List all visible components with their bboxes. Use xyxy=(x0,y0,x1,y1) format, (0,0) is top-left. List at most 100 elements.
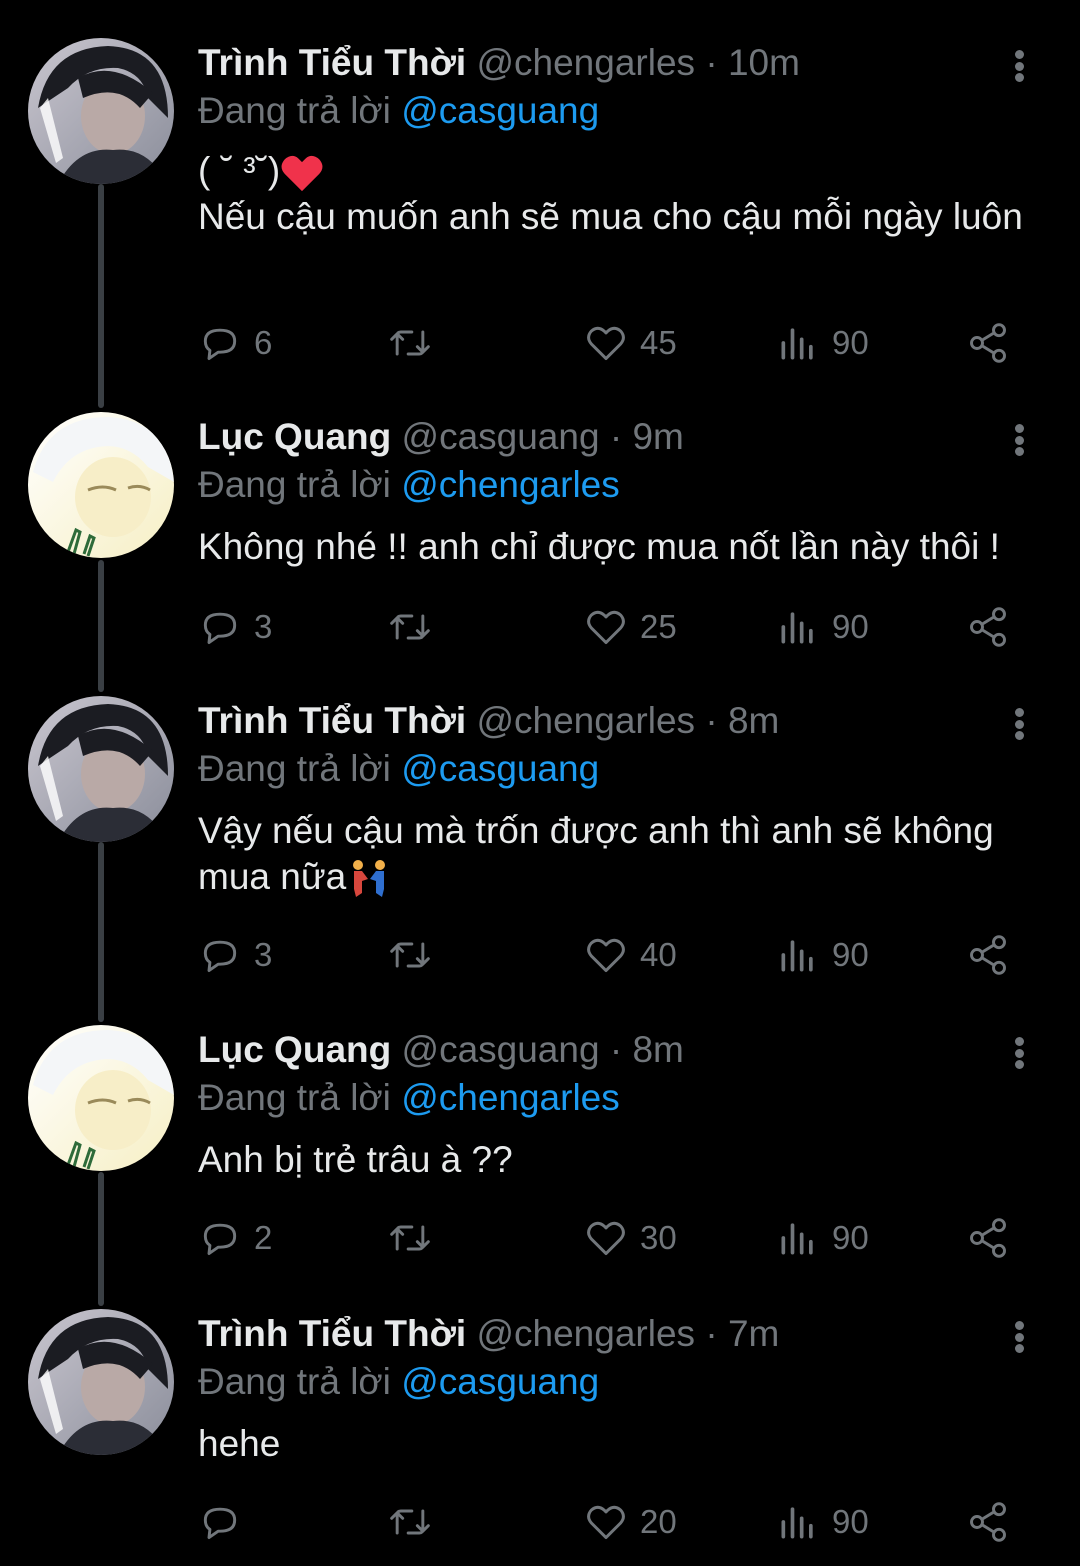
share-icon xyxy=(970,1218,1006,1258)
views-icon xyxy=(781,940,813,972)
share-button[interactable] xyxy=(966,1213,1010,1263)
reply-mention[interactable]: @casguang xyxy=(401,1361,599,1402)
reply-mention[interactable]: @chengarles xyxy=(401,1077,620,1118)
retweet-button[interactable] xyxy=(388,602,432,652)
author-name[interactable]: Trình Tiểu Thời xyxy=(198,1313,466,1354)
tweet[interactable]: Trình Tiểu Thời @chengarles · 8m Đang tr… xyxy=(0,696,1080,996)
share-button[interactable] xyxy=(966,1497,1010,1547)
views-button[interactable]: 90 xyxy=(776,930,869,980)
tweet-actions: 2 30 90 xyxy=(198,1213,1020,1263)
views-button[interactable]: 90 xyxy=(776,1497,869,1547)
heart-icon xyxy=(587,326,625,361)
author-name[interactable]: Trình Tiểu Thời xyxy=(198,42,466,83)
avatar-white-hair-icon xyxy=(28,1025,174,1171)
like-button[interactable]: 45 xyxy=(584,318,677,368)
retweet-icon xyxy=(390,1225,430,1251)
tweet-text: Anh bị trẻ trâu à ?? xyxy=(198,1139,513,1180)
wrestlers-emoji-icon xyxy=(353,860,386,898)
reply-prefix: Đang trả lời xyxy=(198,90,391,131)
author-handle[interactable]: @chengarles xyxy=(476,42,695,83)
tweet-text: ( ˘ ³˘) Nếu cậu muốn anh sẽ mua cho cậu … xyxy=(198,148,1040,240)
more-vertical-icon[interactable] xyxy=(1004,1317,1034,1357)
like-button[interactable]: 25 xyxy=(584,602,677,652)
reply-count: 3 xyxy=(254,608,273,645)
share-button[interactable] xyxy=(966,318,1010,368)
reply-button[interactable]: 3 xyxy=(198,930,272,980)
like-button[interactable]: 30 xyxy=(584,1213,677,1263)
share-icon xyxy=(970,1502,1006,1542)
reply-button[interactable]: 2 xyxy=(198,1213,272,1263)
author-handle[interactable]: @casguang xyxy=(402,416,600,457)
tweet[interactable]: Trình Tiểu Thời @chengarles · 10m Đang t… xyxy=(0,38,1080,388)
views-button[interactable]: 90 xyxy=(776,602,869,652)
tweet-actions: 20 90 xyxy=(198,1497,1020,1547)
separator-dot: · xyxy=(609,1029,623,1070)
reply-context: Đang trả lời @casguang xyxy=(198,86,599,136)
retweet-icon xyxy=(390,330,430,356)
tweet-header: Trình Tiểu Thời @chengarles · 10m xyxy=(198,38,800,88)
timestamp[interactable]: 8m xyxy=(728,700,779,741)
like-button[interactable]: 20 xyxy=(584,1497,677,1547)
reply-button[interactable] xyxy=(198,1497,254,1547)
reply-context: Đang trả lời @chengarles xyxy=(198,460,620,510)
retweet-button[interactable] xyxy=(388,318,432,368)
avatar[interactable] xyxy=(28,1309,174,1455)
share-button[interactable] xyxy=(966,602,1010,652)
avatar[interactable] xyxy=(28,696,174,842)
tweet[interactable]: Lục Quang @casguang · 9m Đang trả lời @c… xyxy=(0,412,1080,662)
avatar[interactable] xyxy=(28,38,174,184)
view-count: 90 xyxy=(832,324,869,361)
views-icon xyxy=(781,1223,813,1255)
tweet-header: Trình Tiểu Thời @chengarles · 7m xyxy=(198,1309,779,1359)
views-button[interactable]: 90 xyxy=(776,318,869,368)
separator-dot: · xyxy=(705,700,718,741)
reply-button[interactable]: 6 xyxy=(198,318,272,368)
reply-button[interactable]: 3 xyxy=(198,602,272,652)
separator-dot: · xyxy=(705,1313,718,1354)
reply-mention[interactable]: @chengarles xyxy=(401,464,620,505)
tweet[interactable]: Trình Tiểu Thời @chengarles · 7m Đang tr… xyxy=(0,1309,1080,1559)
view-count: 90 xyxy=(832,936,869,973)
like-button[interactable]: 40 xyxy=(584,930,677,980)
more-vertical-icon[interactable] xyxy=(1004,704,1034,744)
tweet-header: Lục Quang @casguang · 9m xyxy=(198,412,684,462)
red-heart-emoji-icon xyxy=(281,156,323,192)
timestamp[interactable]: 8m xyxy=(632,1029,683,1070)
tweet[interactable]: Lục Quang @casguang · 8m Đang trả lời @c… xyxy=(0,1025,1080,1275)
heart-icon xyxy=(587,1505,625,1540)
like-count: 40 xyxy=(640,936,677,973)
retweet-button[interactable] xyxy=(388,1213,432,1263)
author-handle[interactable]: @chengarles xyxy=(476,700,695,741)
timestamp[interactable]: 10m xyxy=(728,42,800,83)
reply-count: 6 xyxy=(254,324,273,361)
reply-prefix: Đang trả lời xyxy=(198,748,391,789)
reply-icon xyxy=(203,1507,237,1540)
reply-mention[interactable]: @casguang xyxy=(401,90,599,131)
author-handle[interactable]: @casguang xyxy=(402,1029,600,1070)
heart-icon xyxy=(587,1221,625,1256)
author-handle[interactable]: @chengarles xyxy=(476,1313,695,1354)
view-count: 90 xyxy=(832,608,869,645)
retweet-icon xyxy=(390,942,430,968)
retweet-button[interactable] xyxy=(388,1497,432,1547)
reply-mention[interactable]: @casguang xyxy=(401,748,599,789)
author-name[interactable]: Lục Quang xyxy=(198,1029,391,1070)
author-name[interactable]: Lục Quang xyxy=(198,416,391,457)
share-icon xyxy=(970,607,1006,647)
timestamp[interactable]: 7m xyxy=(728,1313,779,1354)
author-name[interactable]: Trình Tiểu Thời xyxy=(198,700,466,741)
retweet-button[interactable] xyxy=(388,930,432,980)
avatar[interactable] xyxy=(28,1025,174,1171)
reply-context: Đang trả lời @casguang xyxy=(198,744,599,794)
tweet-text-content: Vậy nếu cậu mà trốn được anh thì anh sẽ … xyxy=(198,810,994,897)
views-icon xyxy=(781,328,813,360)
share-button[interactable] xyxy=(966,930,1010,980)
views-button[interactable]: 90 xyxy=(776,1213,869,1263)
more-vertical-icon[interactable] xyxy=(1004,1033,1034,1073)
more-vertical-icon[interactable] xyxy=(1004,46,1034,86)
tweet-actions: 3 40 90 xyxy=(198,930,1020,980)
more-vertical-icon[interactable] xyxy=(1004,420,1034,460)
timestamp[interactable]: 9m xyxy=(632,416,683,457)
views-icon xyxy=(781,612,813,644)
avatar[interactable] xyxy=(28,412,174,558)
